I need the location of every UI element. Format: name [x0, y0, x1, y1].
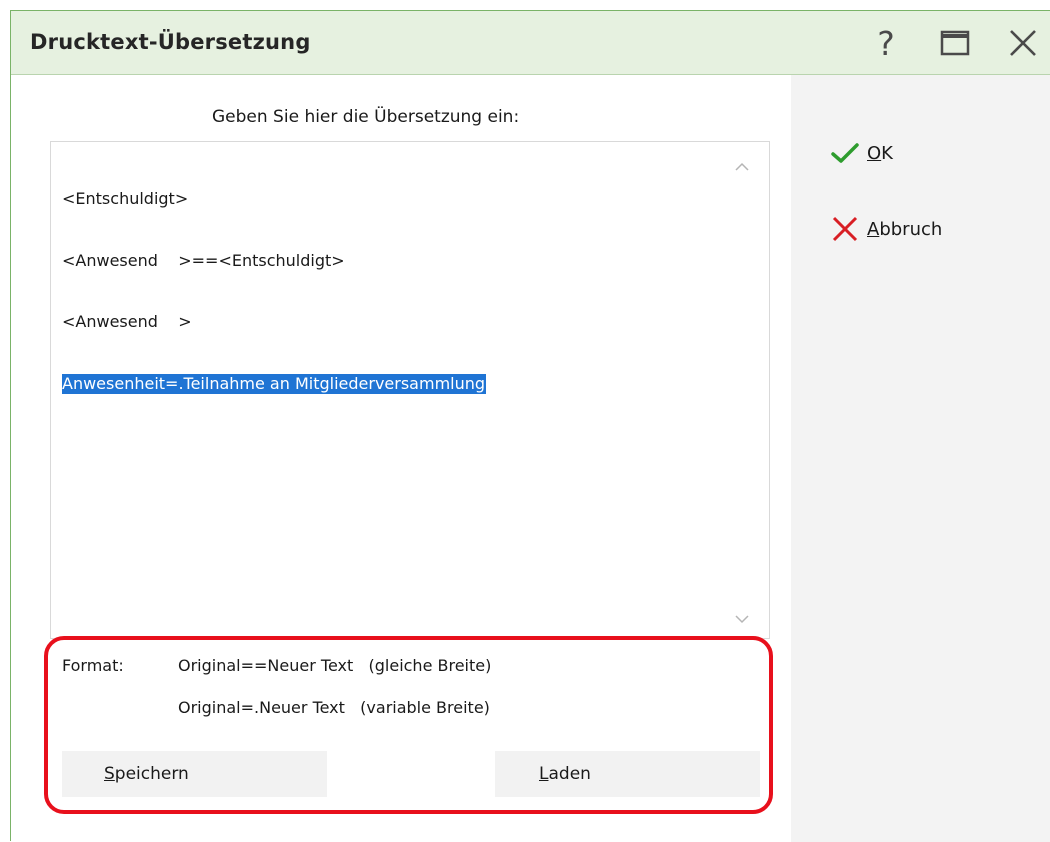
chevron-down-icon [735, 614, 749, 623]
ok-button[interactable]: OK [831, 137, 893, 169]
check-mark-icon [831, 143, 859, 163]
translation-prompt: Geben Sie hier die Übersetzung ein: [212, 107, 520, 127]
scroll-down-button[interactable] [731, 611, 753, 627]
chevron-up-icon [735, 162, 749, 171]
help-icon: ? [877, 23, 895, 63]
load-label: Laden [539, 764, 591, 784]
close-icon [1010, 30, 1036, 56]
format-example-variable: Original=.Neuer Text (variable Breite) [178, 698, 490, 717]
maximize-button[interactable] [935, 23, 975, 63]
cancel-label: Abbruch [867, 218, 943, 240]
scroll-up-button[interactable] [731, 158, 753, 174]
cancel-x-icon [832, 216, 858, 242]
dialog-title: Drucktext-Übersetzung [30, 30, 311, 54]
format-label: Format: [62, 656, 124, 675]
maximize-icon [940, 30, 970, 56]
text-line: <Anwesend > [62, 312, 192, 331]
save-button[interactable]: Speichern [62, 751, 327, 797]
format-example-fixed: Original==Neuer Text (gleiche Breite) [178, 656, 492, 675]
translation-textarea[interactable]: <Entschuldigt> <Anwesend >==<Entschuldig… [50, 141, 770, 639]
cancel-button[interactable]: Abbruch [831, 213, 942, 245]
editor-content[interactable]: <Entschuldigt> <Anwesend >==<Entschuldig… [62, 148, 712, 435]
text-line: <Anwesend >==<Entschuldigt> [62, 250, 345, 270]
action-panel: OK Abbruch [791, 75, 1050, 842]
text-line: <Entschuldigt> [62, 189, 189, 208]
load-button[interactable]: Laden [495, 751, 760, 797]
ok-label: OK [867, 142, 893, 164]
save-label: Speichern [104, 764, 189, 784]
title-bar: Drucktext-Übersetzung ? [11, 11, 1050, 75]
close-button[interactable] [1001, 23, 1045, 63]
help-button[interactable]: ? [866, 23, 906, 63]
selected-text-line: Anwesenheit=.Teilnahme an Mitgliedervers… [62, 373, 487, 394]
